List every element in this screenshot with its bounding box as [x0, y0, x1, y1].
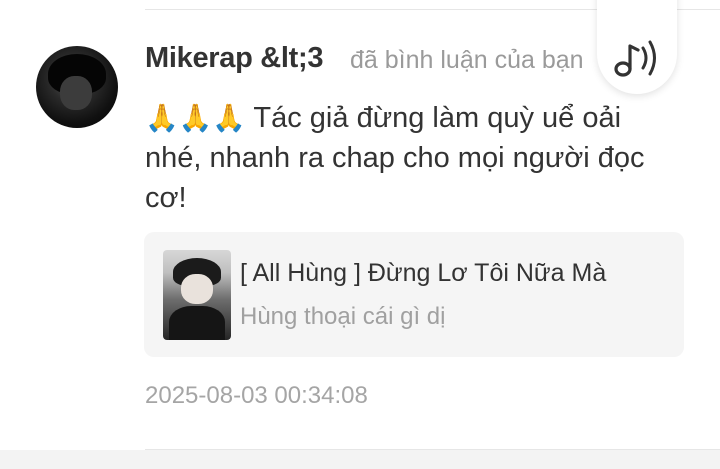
username[interactable]: Mikerap &lt;3: [145, 42, 324, 75]
music-note-sound-icon: [614, 40, 656, 77]
story-subtitle: Hùng thoại cái gì dị: [240, 303, 446, 330]
comment-timestamp: 2025-08-03 00:34:08: [145, 382, 368, 409]
comment-body: 🙏🙏🙏 Tác giả đừng làm quỳ uể oải nhé, nha…: [145, 98, 685, 218]
prayer-hands-emoji: 🙏🙏🙏: [145, 103, 246, 133]
linked-story-card[interactable]: [ All Hùng ] Đừng Lơ Tôi Nữa Mà Hùng tho…: [144, 232, 684, 357]
user-avatar[interactable]: [36, 46, 118, 128]
story-title: [ All Hùng ] Đừng Lơ Tôi Nữa Mà: [240, 259, 607, 287]
next-item-edge: [0, 450, 720, 469]
audio-button[interactable]: [597, 0, 677, 94]
story-cover-thumbnail: [163, 250, 231, 340]
comment-action-text: đã bình luận của bạn: [350, 46, 584, 74]
